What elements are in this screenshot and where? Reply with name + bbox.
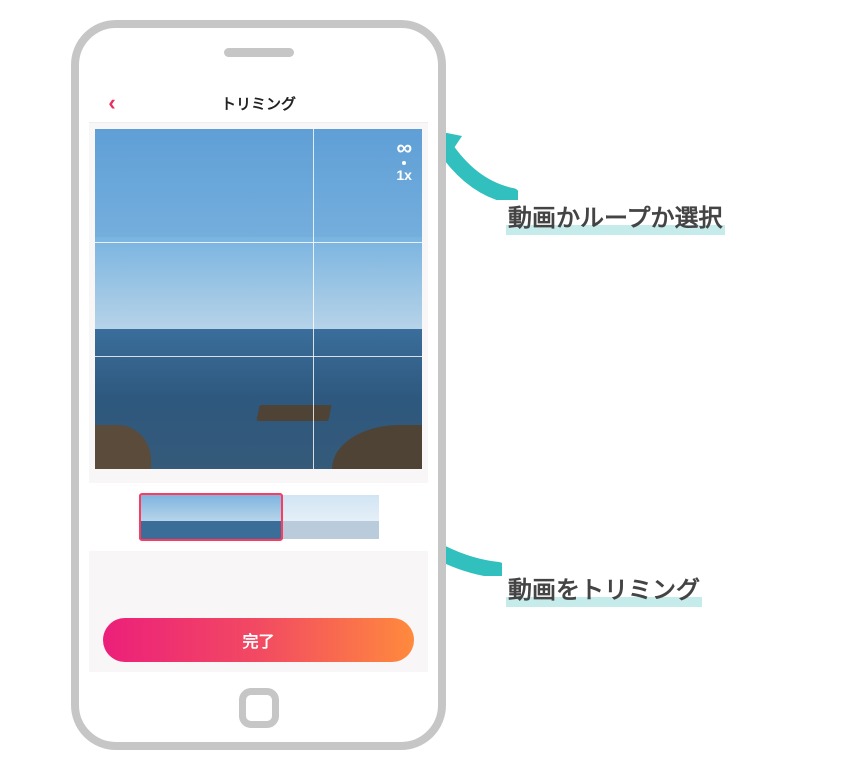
titlebar: ‹ トリミング — [89, 84, 428, 123]
timeline-frame — [283, 495, 331, 539]
dot-icon — [402, 161, 406, 165]
speed-button[interactable]: 1x — [396, 167, 412, 183]
back-button[interactable]: ‹ — [97, 84, 127, 122]
grid-line — [95, 242, 422, 243]
preview-sky — [95, 129, 422, 237]
phone-frame: ‹ トリミング ∞ 1x — [71, 20, 446, 750]
timeline-selection-handle[interactable] — [139, 493, 283, 541]
annotation-loop-or-video: 動画かループか選択 — [506, 198, 725, 239]
phone-home-button — [239, 688, 279, 728]
grid-line — [95, 356, 422, 357]
timeline — [89, 483, 428, 551]
app-screen: ‹ トリミング ∞ 1x — [89, 84, 428, 672]
annotation-trim-video: 動画をトリミング — [506, 570, 702, 611]
page-title: トリミング — [221, 93, 296, 114]
timeline-frame — [331, 495, 379, 539]
phone-speaker — [224, 48, 294, 57]
timeline-track[interactable] — [139, 495, 379, 539]
preview-sky — [95, 237, 422, 329]
mode-column: ∞ 1x — [396, 137, 412, 183]
grid-line — [313, 129, 314, 469]
infinity-icon[interactable]: ∞ — [396, 137, 412, 159]
video-preview[interactable]: ∞ 1x — [95, 129, 422, 469]
chevron-left-icon: ‹ — [108, 90, 115, 116]
done-button[interactable]: 完了 — [103, 618, 414, 662]
preview-rock — [257, 405, 332, 421]
footer: 完了 — [89, 600, 428, 672]
done-button-label: 完了 — [242, 628, 274, 652]
